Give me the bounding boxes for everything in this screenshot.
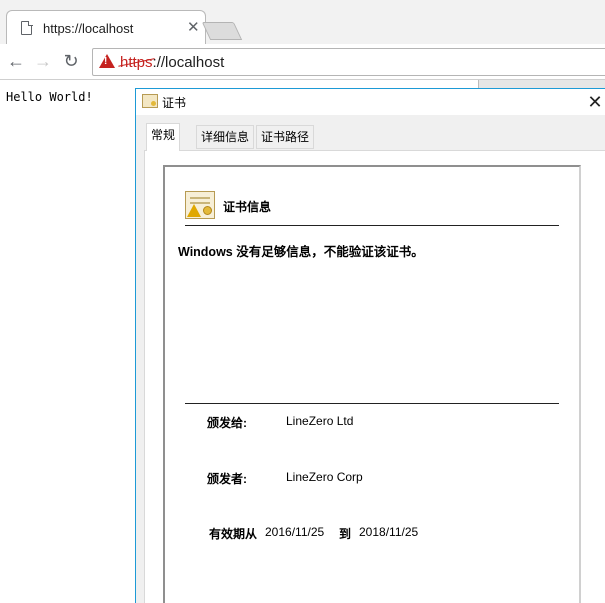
certificate-warning-icon [185,191,215,219]
warning-exclamation-icon: ! [104,56,108,67]
certificate-dialog: 证书 ✕ 常规 详细信息 证书路径 证书信息 Windows 没有足够信息，不能… [135,88,605,603]
url-host: ://localhost [152,54,225,71]
close-icon[interactable]: ✕ [582,90,605,114]
divider [185,225,559,226]
tab-strip: https://localhost ✕ [0,0,605,44]
valid-from-value: 2016/11/25 [265,525,325,539]
certificate-icon [142,94,158,108]
page-icon [21,20,33,35]
new-tab-button[interactable] [201,22,243,40]
tab-title: https://localhost [43,21,134,36]
valid-from-label: 有效期从 [209,527,258,541]
issued-by-value: LineZero Corp [286,470,363,484]
toolbar: ← → ↻ ! https://localhost [0,44,605,80]
url-text[interactable]: https://localhost [120,54,224,71]
page-body-text: Hello World! [6,90,93,104]
tab-general[interactable]: 常规 [146,123,181,151]
divider [185,403,559,404]
browser-tab[interactable]: https://localhost ✕ [6,10,206,44]
url-scheme: https [120,54,153,71]
valid-to-label: 到 [339,527,352,541]
issued-by-label: 颁发者: [207,472,247,486]
info-title: 证书信息 [223,200,272,214]
certificate-info-box: 证书信息 Windows 没有足够信息，不能验证该证书。 颁发给: LineZe… [163,165,581,603]
back-arrow-icon[interactable]: ← [5,50,27,72]
forward-arrow-icon[interactable]: → [32,50,54,72]
reload-icon[interactable]: ↻ [60,50,82,72]
issued-to-value: LineZero Ltd [286,414,354,428]
valid-to-value: 2018/11/25 [359,525,419,539]
tab-close-icon[interactable]: ✕ [187,18,200,36]
tab-details[interactable]: 详细信息 [196,125,255,149]
dialog-title-bar[interactable]: 证书 ✕ [136,89,605,115]
tab-cert-path[interactable]: 证书路径 [256,125,315,149]
dialog-title: 证书 [162,96,187,110]
general-tab-panel: 证书信息 Windows 没有足够信息，不能验证该证书。 颁发给: LineZe… [144,150,605,603]
verification-warning: Windows 没有足够信息，不能验证该证书。 [178,245,424,259]
issued-to-label: 颁发给: [207,416,247,430]
address-bar[interactable]: ! https://localhost [92,48,605,76]
